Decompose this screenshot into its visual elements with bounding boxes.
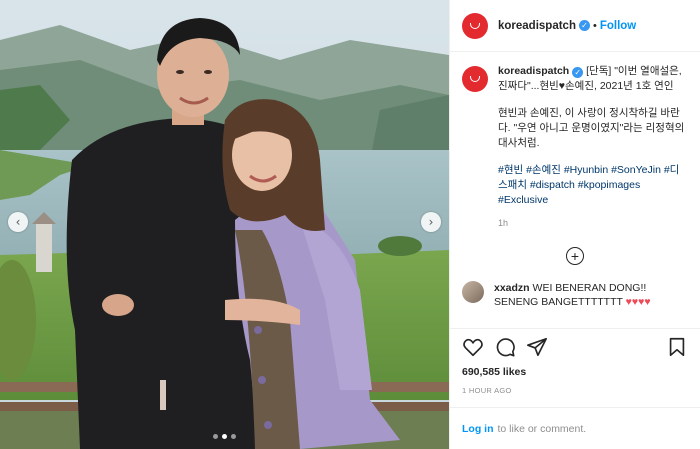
carousel-indicator xyxy=(0,434,449,439)
instagram-post: ‹ › koreadispatch ✓ • Follow koreadispat… xyxy=(0,0,700,449)
action-bar xyxy=(450,328,700,364)
post-side-panel: koreadispatch ✓ • Follow koreadispatch ✓ … xyxy=(449,0,700,449)
paper-plane-icon[interactable] xyxy=(526,336,548,358)
author-avatar[interactable] xyxy=(462,12,488,39)
post-timestamp[interactable]: 1 HOUR AGO xyxy=(450,386,700,395)
heart-icon[interactable] xyxy=(462,336,484,358)
carousel-dot xyxy=(213,434,218,439)
caption-username[interactable]: koreadispatch xyxy=(498,65,569,77)
follow-button[interactable]: Follow xyxy=(600,20,636,32)
commenter-avatar[interactable] xyxy=(462,281,484,303)
caption-author-avatar[interactable] xyxy=(462,66,488,92)
header-separator: • xyxy=(592,19,597,32)
comments-section[interactable]: koreadispatch ✓ [단독] "이번 열애설은, 진짜다"...현빈♥… xyxy=(450,52,700,328)
bookmark-icon[interactable] xyxy=(666,336,688,358)
couple-photo-image xyxy=(0,0,449,449)
brand-logo-icon xyxy=(470,76,480,82)
carousel-dot-active xyxy=(222,434,227,439)
login-link[interactable]: Log in xyxy=(462,423,494,435)
post-header: koreadispatch ✓ • Follow xyxy=(450,0,700,52)
load-more-comments[interactable]: + xyxy=(462,247,688,265)
caption-text: koreadispatch ✓ [단독] "이번 열애설은, 진짜다"...현빈♥… xyxy=(498,64,686,231)
carousel-prev-button[interactable]: ‹ xyxy=(8,212,28,232)
likes-count[interactable]: 690,585 likes xyxy=(450,366,700,378)
caption-body: 현빈과 손예진, 이 사랑이 정시착하길 바란다. "우연 아니고 운명이였지"… xyxy=(498,107,685,149)
commenter-username[interactable]: xxadzn xyxy=(494,282,530,294)
comment-text: xxadzn WEI BENERAN DONG!! SENENG BANGETT… xyxy=(494,281,674,309)
carousel-dot xyxy=(231,434,236,439)
carousel-next-button[interactable]: › xyxy=(421,212,441,232)
comment-item: xxadzn WEI BENERAN DONG!! SENENG BANGETT… xyxy=(462,281,688,309)
verified-badge-icon: ✓ xyxy=(572,67,584,78)
caption-hashtags[interactable]: #현빈 #손예진 #Hyunbin #SonYeJin #디스패치 #dispa… xyxy=(498,163,686,208)
heart-emoji-icon: ♥♥♥♥ xyxy=(625,296,651,308)
brand-logo-icon xyxy=(470,22,480,29)
login-prompt: Log in to like or comment. xyxy=(450,407,700,449)
plus-circle-icon[interactable]: + xyxy=(566,247,584,265)
caption: koreadispatch ✓ [단독] "이번 열애설은, 진짜다"...현빈♥… xyxy=(462,64,688,231)
caption-timestamp[interactable]: 1h xyxy=(498,216,686,231)
post-photo[interactable]: ‹ › xyxy=(0,0,449,449)
comment-icon[interactable] xyxy=(494,336,516,358)
author-username[interactable]: koreadispatch xyxy=(498,20,576,32)
verified-badge-icon: ✓ xyxy=(578,20,590,31)
login-prompt-text: to like or comment. xyxy=(497,422,587,435)
